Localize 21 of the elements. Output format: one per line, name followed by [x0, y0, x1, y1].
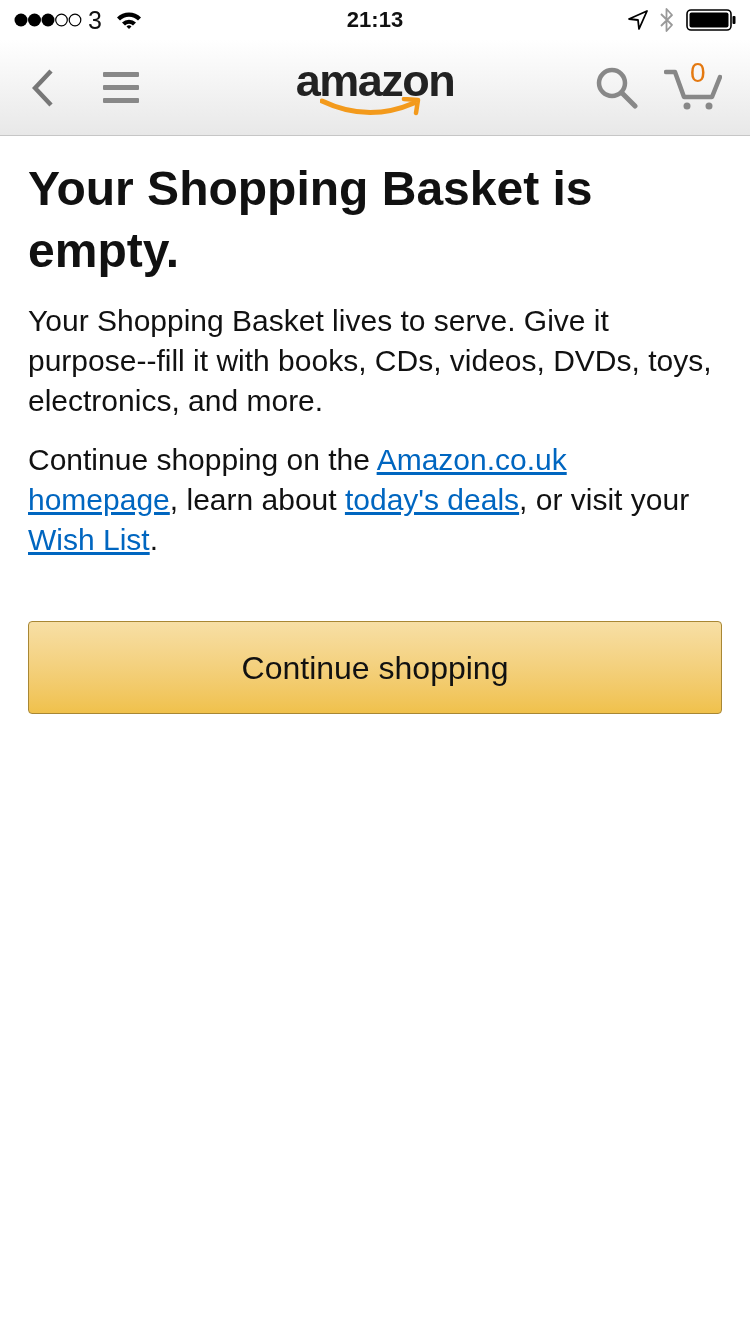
carrier-name: 3 — [88, 7, 102, 33]
intro-paragraph: Your Shopping Basket lives to serve. Give it purpose--fill it with books, CDs, videos, DVDs, toys, electronics, and more. — [28, 303, 713, 419]
search-icon — [596, 66, 638, 109]
page-heading: Your Shopping Basket is empty. — [28, 161, 594, 279]
search-button[interactable] — [596, 66, 638, 109]
text-link[interactable]: Amazon.co.uk — [376, 443, 567, 476]
bluetooth-icon — [660, 7, 674, 33]
battery-icon — [686, 9, 736, 31]
text-link[interactable]: Wish List — [28, 523, 150, 556]
back-chevron-icon — [32, 68, 54, 107]
continue-paragraph: Continue shopping on the Amazon.co.uk homepage, learn about today's deals, or visit your Wish List. — [28, 442, 691, 558]
location-arrow-icon — [628, 10, 648, 30]
menu-icon — [103, 72, 139, 103]
continue-shopping-button[interactable]: Continue shopping — [28, 621, 722, 714]
logo-wordmark[interactable]: amazon — [295, 60, 455, 101]
signal-dots-icon — [14, 13, 82, 27]
text-link[interactable]: today's deals — [344, 483, 520, 516]
text-link[interactable]: homepage — [28, 483, 170, 516]
clock-time: 21:13 — [346, 9, 404, 31]
wifi-icon — [115, 11, 142, 29]
menu-button[interactable] — [102, 70, 140, 105]
